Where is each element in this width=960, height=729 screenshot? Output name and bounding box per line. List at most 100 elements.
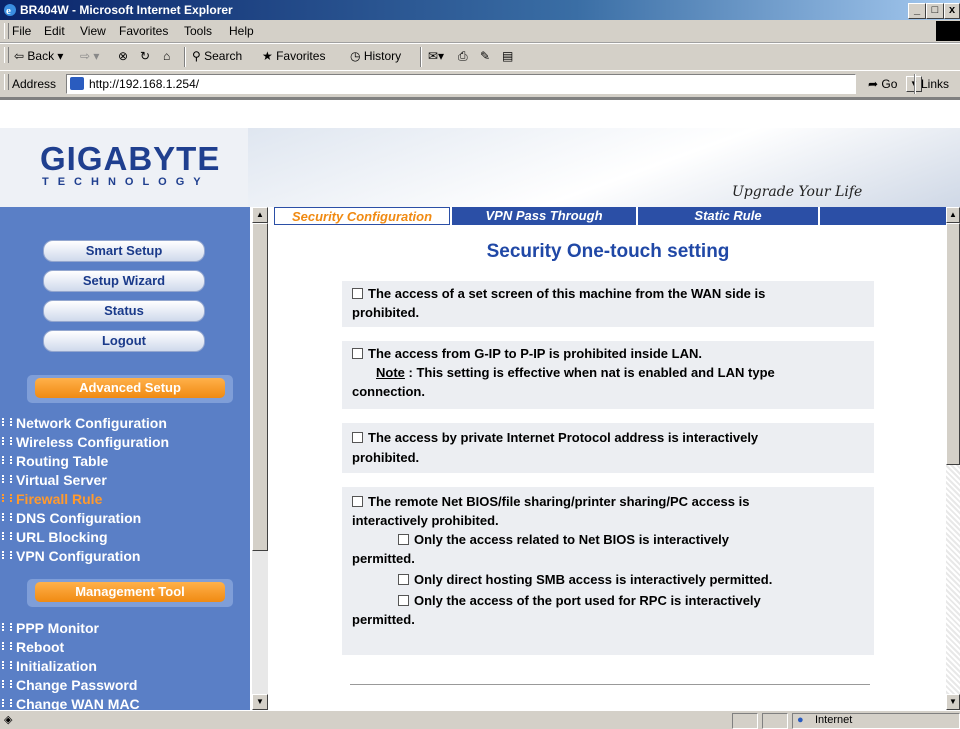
- scroll-up-icon[interactable]: ▲: [946, 207, 960, 223]
- nav-wireless-configuration[interactable]: Wireless Configuration: [0, 433, 250, 452]
- page-icon: [70, 77, 84, 90]
- menu-favorites[interactable]: Favorites: [119, 24, 168, 38]
- main-panel: Security Configuration VPN Pass Through …: [270, 207, 946, 710]
- mail-icon[interactable]: ✉▾: [428, 49, 444, 63]
- option-text: The access by private Internet Protocol …: [368, 430, 759, 445]
- tab-vpn-pass-through[interactable]: VPN Pass Through: [452, 207, 636, 225]
- gigabyte-logo: GIGABYTE TECHNOLOGY: [0, 128, 248, 207]
- netbios-only-checkbox[interactable]: [398, 534, 409, 545]
- home-icon[interactable]: ⌂: [163, 49, 170, 63]
- sidebar: Smart Setup Setup Wizard Status Logout A…: [0, 207, 250, 710]
- bullet-icon: [2, 418, 12, 426]
- sidebar-scrollbar[interactable]: ▲ ▼: [252, 207, 268, 710]
- scroll-thumb[interactable]: [252, 223, 268, 551]
- logo-text: GIGABYTE: [40, 140, 221, 177]
- nav-label: Wireless Configuration: [16, 434, 170, 450]
- nav-firewall-rule[interactable]: Firewall Rule: [0, 490, 250, 509]
- zone-pane: ● Internet: [792, 713, 960, 729]
- menu-tools[interactable]: Tools: [184, 24, 212, 38]
- note-text: : This setting is effective when nat is …: [404, 365, 775, 380]
- menu-view[interactable]: View: [80, 24, 106, 38]
- menu-edit[interactable]: Edit: [44, 24, 65, 38]
- back-label: Back: [27, 49, 55, 63]
- menu-file[interactable]: File: [12, 24, 31, 38]
- status-button[interactable]: Status: [43, 300, 205, 322]
- nav-url-blocking[interactable]: URL Blocking: [0, 528, 250, 547]
- nav-dns-configuration[interactable]: DNS Configuration: [0, 509, 250, 528]
- nav-label: VPN Configuration: [16, 548, 141, 564]
- nav-change-password[interactable]: Change Password: [0, 676, 250, 695]
- globe-icon: ●: [797, 714, 804, 726]
- menu-help[interactable]: Help: [229, 24, 254, 38]
- nav-label: DNS Configuration: [16, 510, 142, 526]
- discuss-icon[interactable]: ▤: [502, 49, 513, 63]
- tab-security-configuration[interactable]: Security Configuration: [274, 207, 450, 225]
- nav-initialization[interactable]: Initialization: [0, 657, 250, 676]
- smb-only-checkbox[interactable]: [398, 574, 409, 585]
- close-button[interactable]: x: [944, 3, 960, 19]
- option-netbios-box: The remote Net BIOS/file sharing/printer…: [342, 487, 874, 655]
- window-title-bar: e BR404W - Microsoft Internet Explorer _…: [0, 0, 960, 20]
- scroll-up-icon[interactable]: ▲: [252, 207, 268, 223]
- favorites-label: Favorites: [276, 49, 326, 63]
- bullet-icon: [2, 661, 12, 669]
- back-button[interactable]: ⇦ Back ▾: [14, 49, 63, 63]
- rpc-only-checkbox[interactable]: [398, 595, 409, 606]
- address-input[interactable]: http://192.168.1.254/ ▼: [66, 74, 922, 94]
- favorites-button[interactable]: ★ Favorites: [262, 49, 325, 63]
- nav-label: Reboot: [16, 639, 65, 655]
- address-url: http://192.168.1.254/: [89, 77, 200, 91]
- nav-reboot[interactable]: Reboot: [0, 638, 250, 657]
- nav-vpn-configuration[interactable]: VPN Configuration: [0, 547, 250, 566]
- divider: [350, 684, 870, 685]
- option-text: prohibited.: [352, 305, 420, 320]
- netbios-checkbox[interactable]: [352, 496, 363, 507]
- nav-label: URL Blocking: [16, 529, 108, 545]
- setup-wizard-button[interactable]: Setup Wizard: [43, 270, 205, 292]
- refresh-icon[interactable]: ↻: [140, 49, 150, 63]
- scroll-thumb[interactable]: [946, 223, 960, 465]
- gip-pip-checkbox[interactable]: [352, 348, 363, 359]
- nav-change-wan-mac[interactable]: Change WAN MAC: [0, 695, 250, 710]
- bullet-icon: [2, 699, 12, 707]
- nav-label: PPP Monitor: [16, 620, 99, 636]
- option-text: connection.: [352, 384, 425, 399]
- stop-icon[interactable]: ⊗: [118, 49, 128, 63]
- browser-content: GIGABYTE TECHNOLOGY Upgrade Your Life Sm…: [0, 98, 960, 710]
- bullet-icon: [2, 623, 12, 631]
- option-text: Only the access related to Net BIOS is i…: [414, 532, 730, 547]
- restore-button[interactable]: □: [926, 3, 944, 19]
- nav-ppp-monitor[interactable]: PPP Monitor: [0, 619, 250, 638]
- forward-button[interactable]: ⇨ ▾: [80, 49, 99, 63]
- option-text: interactively prohibited.: [352, 513, 499, 528]
- nav-network-configuration[interactable]: Network Configuration: [0, 414, 250, 433]
- nav-virtual-server[interactable]: Virtual Server: [0, 471, 250, 490]
- option-private-ip-box: The access by private Internet Protocol …: [342, 423, 874, 473]
- management-tool-header: Management Tool: [27, 579, 233, 607]
- smart-setup-button[interactable]: Smart Setup: [43, 240, 205, 262]
- page-scrollbar[interactable]: ▲ ▼: [946, 207, 960, 710]
- status-pane: [732, 713, 758, 729]
- tab-static-rule[interactable]: Static Rule: [638, 207, 818, 225]
- wan-access-checkbox[interactable]: [352, 288, 363, 299]
- logout-button[interactable]: Logout: [43, 330, 205, 352]
- nav-routing-table[interactable]: Routing Table: [0, 452, 250, 471]
- svg-text:e: e: [6, 5, 11, 17]
- zone-label: Internet: [815, 714, 853, 726]
- scroll-down-icon[interactable]: ▼: [946, 694, 960, 710]
- advanced-setup-title: Advanced Setup: [35, 378, 225, 398]
- history-button[interactable]: ◷ History: [350, 49, 401, 63]
- private-ip-checkbox[interactable]: [352, 432, 363, 443]
- toolbar-grip: [4, 74, 9, 90]
- nav-label: Initialization: [16, 658, 97, 674]
- edit-icon[interactable]: ✎: [480, 49, 490, 63]
- option-text: permitted.: [352, 551, 415, 566]
- standard-toolbar: ⇦ Back ▾ ⇨ ▾ ⊗ ↻ ⌂ ⚲ Search ★ Favorites …: [0, 43, 960, 71]
- minimize-button[interactable]: _: [908, 3, 926, 19]
- search-button[interactable]: ⚲ Search: [192, 49, 242, 63]
- scroll-down-icon[interactable]: ▼: [252, 694, 268, 710]
- links-button[interactable]: Links: [921, 77, 949, 91]
- nav-label: Change Password: [16, 677, 138, 693]
- print-icon[interactable]: ⎙: [458, 49, 468, 64]
- go-button[interactable]: ➦ Go: [868, 77, 897, 91]
